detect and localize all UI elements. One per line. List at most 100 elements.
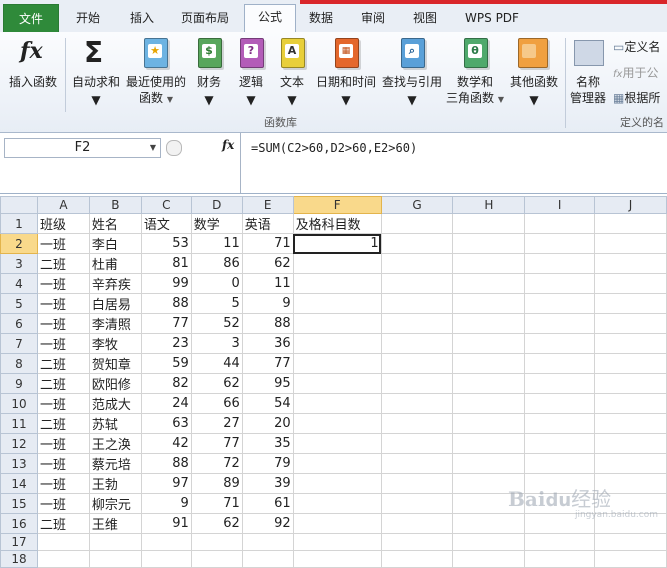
cell[interactable]: 63 [140, 413, 192, 434]
cell[interactable] [524, 293, 596, 314]
row-header[interactable]: 3 [0, 253, 38, 274]
cell[interactable]: 71 [241, 233, 294, 254]
cell[interactable] [452, 213, 526, 234]
cell[interactable]: 二班 [36, 413, 90, 434]
cell[interactable] [380, 233, 454, 254]
cell[interactable] [36, 550, 90, 568]
cell[interactable] [524, 533, 596, 551]
cell[interactable] [292, 313, 382, 334]
cell[interactable]: 44 [190, 353, 243, 374]
row-header[interactable]: 15 [0, 493, 38, 514]
cell[interactable]: 一班 [36, 273, 90, 294]
cell[interactable] [292, 493, 382, 514]
cell[interactable]: 62 [190, 513, 243, 534]
math-trig-button[interactable]: θ 数学和 三角函数 ▼ [446, 36, 504, 108]
cell[interactable]: 27 [190, 413, 243, 434]
cell[interactable] [524, 233, 596, 254]
cell[interactable] [524, 353, 596, 374]
cell[interactable] [292, 273, 382, 294]
cell[interactable] [380, 253, 454, 274]
select-all-corner[interactable] [0, 196, 38, 214]
cell[interactable]: 9 [241, 293, 294, 314]
cell[interactable] [380, 293, 454, 314]
cell[interactable] [524, 453, 596, 474]
cell[interactable] [380, 333, 454, 354]
tab-insert[interactable]: 插入 [116, 6, 168, 30]
lookup-button[interactable]: ⌕ 查找与引用 ▼ [380, 36, 444, 108]
cell[interactable]: 77 [241, 353, 294, 374]
cell[interactable] [452, 333, 526, 354]
cell[interactable]: 71 [190, 493, 243, 514]
cell[interactable] [594, 253, 667, 274]
cell[interactable]: 81 [140, 253, 192, 274]
cell[interactable] [380, 493, 454, 514]
cell[interactable]: 班级 [36, 213, 90, 234]
cell[interactable]: 姓名 [88, 213, 142, 234]
text-functions-button[interactable]: A 文本 ▼ [272, 36, 312, 108]
cell[interactable] [380, 453, 454, 474]
cell[interactable]: 77 [190, 433, 243, 454]
cell[interactable]: 一班 [36, 233, 90, 254]
cell[interactable]: 72 [190, 453, 243, 474]
name-manager-button[interactable]: 名称 管理器 [566, 36, 610, 108]
cell[interactable] [594, 433, 667, 454]
cell[interactable]: 54 [241, 393, 294, 414]
cell[interactable]: 二班 [36, 353, 90, 374]
cell[interactable] [452, 293, 526, 314]
cell[interactable] [524, 313, 596, 334]
row-header[interactable]: 9 [0, 373, 38, 394]
row-header[interactable]: 7 [0, 333, 38, 354]
cell[interactable]: 5 [190, 293, 243, 314]
cell[interactable] [594, 393, 667, 414]
cell[interactable]: 王之涣 [88, 433, 142, 454]
cell[interactable]: 62 [241, 253, 294, 274]
cell[interactable]: 数学 [190, 213, 243, 234]
cell[interactable] [36, 533, 90, 551]
row-header[interactable]: 4 [0, 273, 38, 294]
cell[interactable]: 欧阳修 [88, 373, 142, 394]
tab-review[interactable]: 审阅 [349, 6, 397, 30]
cell[interactable]: 王勃 [88, 473, 142, 494]
cell[interactable] [524, 213, 596, 234]
cell[interactable]: 95 [241, 373, 294, 394]
column-header[interactable]: C [140, 196, 192, 214]
cell[interactable] [380, 373, 454, 394]
tab-file[interactable]: 文件 [3, 4, 59, 34]
cell[interactable]: 86 [190, 253, 243, 274]
cell[interactable]: 一班 [36, 393, 90, 414]
row-header[interactable]: 18 [0, 550, 38, 568]
column-header[interactable]: A [36, 196, 90, 214]
cell[interactable] [292, 533, 382, 551]
cell[interactable]: 89 [190, 473, 243, 494]
cell[interactable] [594, 293, 667, 314]
cell[interactable] [452, 453, 526, 474]
cell[interactable]: 24 [140, 393, 192, 414]
cell[interactable]: 35 [241, 433, 294, 454]
column-header[interactable]: J [594, 196, 667, 214]
cell[interactable] [292, 433, 382, 454]
tab-wps-pdf[interactable]: WPS PDF [455, 6, 529, 30]
cell[interactable]: 范成大 [88, 393, 142, 414]
cell[interactable] [292, 473, 382, 494]
cell[interactable] [292, 333, 382, 354]
cell[interactable] [292, 353, 382, 374]
cell[interactable] [452, 413, 526, 434]
cell[interactable] [380, 433, 454, 454]
cell[interactable]: 88 [140, 293, 192, 314]
cell[interactable] [452, 253, 526, 274]
cell[interactable]: 66 [190, 393, 243, 414]
cell[interactable]: 53 [140, 233, 192, 254]
column-header[interactable]: B [88, 196, 142, 214]
cell[interactable] [380, 533, 454, 551]
other-functions-button[interactable]: 其他函数 ▼ [506, 36, 562, 108]
cell[interactable]: 0 [190, 273, 243, 294]
cell[interactable]: 一班 [36, 313, 90, 334]
cell[interactable] [292, 550, 382, 568]
cell[interactable]: 62 [190, 373, 243, 394]
cell[interactable] [594, 533, 667, 551]
cell[interactable] [140, 533, 192, 551]
cell[interactable]: 一班 [36, 333, 90, 354]
cell[interactable] [452, 533, 526, 551]
insert-function-button[interactable]: fx 插入函数 [4, 36, 62, 98]
cell[interactable] [380, 550, 454, 568]
